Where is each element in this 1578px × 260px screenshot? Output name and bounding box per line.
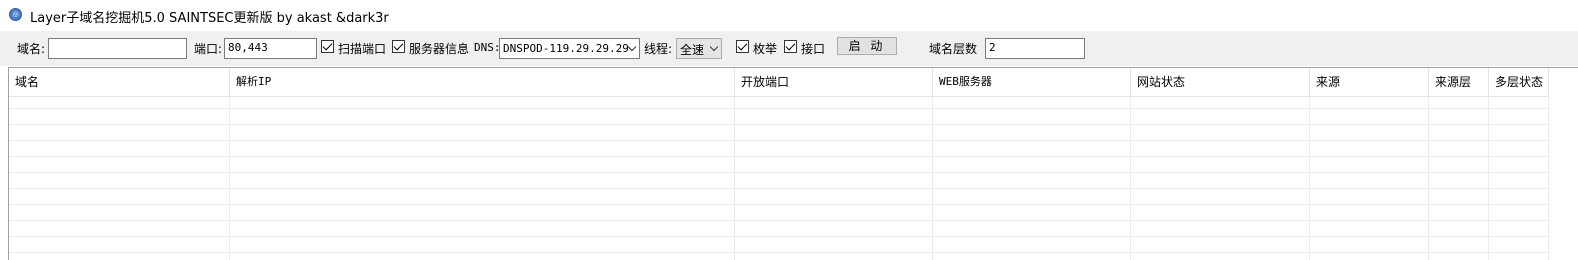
- row-divider: [9, 252, 1549, 253]
- server-info-label: 服务器信息: [409, 42, 470, 56]
- domain-label: 域名:: [17, 42, 46, 56]
- server-info-checkbox[interactable]: [392, 40, 405, 53]
- levels-label: 域名层数: [929, 42, 978, 56]
- chevron-down-icon: [709, 42, 719, 52]
- column-header-site-status[interactable]: 网站状态: [1131, 68, 1310, 96]
- api-checkbox[interactable]: [784, 40, 797, 53]
- results-table[interactable]: 域名 解析IP 开放端口 WEB服务器 网站状态 来源 来源层 多层状态: [8, 67, 1578, 260]
- row-divider: [9, 156, 1549, 157]
- row-divider: [9, 236, 1549, 237]
- row-divider: [9, 108, 1549, 109]
- row-divider: [9, 204, 1549, 205]
- threads-select[interactable]: 全速: [676, 38, 722, 59]
- start-button[interactable]: 启 动: [837, 37, 897, 55]
- scan-ports-checkbox[interactable]: [321, 40, 334, 53]
- title-bar: ◎ Layer子域名挖掘机5.0 SAINTSEC更新版 by akast &d…: [0, 0, 1578, 31]
- app-globe-icon: ◎: [9, 8, 22, 21]
- column-header-multi-level-status[interactable]: 多层状态: [1489, 68, 1549, 96]
- chevron-down-icon: [627, 42, 637, 52]
- dns-label: DNS:: [474, 41, 501, 54]
- dns-select-value: DNSPOD-119.29.29.29: [503, 42, 629, 55]
- column-header-resolved-ip[interactable]: 解析IP: [230, 68, 735, 96]
- port-label: 端口:: [194, 42, 223, 56]
- domain-input[interactable]: [48, 38, 187, 59]
- column-header-open-ports[interactable]: 开放端口: [735, 68, 933, 96]
- threads-select-value: 全速: [680, 43, 705, 57]
- row-divider: [9, 220, 1549, 221]
- column-header-source-level[interactable]: 来源层: [1429, 68, 1489, 96]
- column-header-source[interactable]: 来源: [1310, 68, 1429, 96]
- enumerate-label: 枚举: [753, 42, 778, 56]
- window-title: Layer子域名挖掘机5.0 SAINTSEC更新版 by akast &dar…: [30, 11, 389, 26]
- toolbar: 域名: 端口: 80,443 扫描端口 服务器信息 DNS: DNSPOD-11…: [0, 31, 1578, 66]
- scan-ports-label: 扫描端口: [338, 42, 387, 56]
- dns-select[interactable]: DNSPOD-119.29.29.29: [499, 38, 640, 59]
- api-label: 接口: [801, 42, 826, 56]
- row-divider: [9, 172, 1549, 173]
- levels-input[interactable]: 2: [985, 38, 1085, 59]
- column-header-web-server[interactable]: WEB服务器: [933, 68, 1131, 96]
- column-header-domain[interactable]: 域名: [9, 68, 230, 96]
- row-divider: [9, 124, 1549, 125]
- port-input[interactable]: 80,443: [224, 38, 317, 59]
- enumerate-checkbox[interactable]: [736, 40, 749, 53]
- row-divider: [9, 140, 1549, 141]
- row-divider: [9, 188, 1549, 189]
- table-header: 域名 解析IP 开放端口 WEB服务器 网站状态 来源 来源层 多层状态: [9, 68, 1549, 97]
- threads-label: 线程:: [644, 42, 673, 56]
